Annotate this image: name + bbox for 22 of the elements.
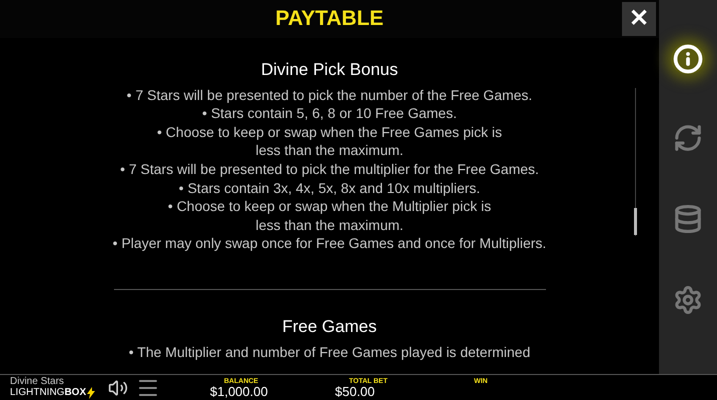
paytable-text: • Choose to keep or swap when the Multiplier pick is xyxy=(168,197,492,216)
lightning-icon xyxy=(87,386,96,398)
meter-value: $50.00 xyxy=(335,384,375,398)
window-title: PAYTABLE xyxy=(275,6,384,32)
paytable-text: • Stars contain 3x, 4x, 5x, 8x and 10x multipliers. xyxy=(178,178,480,198)
section-title: Divine Pick Bonus xyxy=(260,61,398,80)
info-tab[interactable] xyxy=(671,44,705,74)
brand-logo: LIGHTNINGBOX xyxy=(10,388,86,398)
scrollbar-thumb[interactable] xyxy=(634,208,637,235)
close-button[interactable]: ✕ xyxy=(622,2,656,36)
paytable-text: less than the maximum. xyxy=(256,141,404,160)
paytable-text: less than the maximum. xyxy=(256,216,404,234)
paytable-text: • Stars contain 5, 6, 8 or 10 Free Games. xyxy=(202,104,457,123)
paytable-text: • The Multiplier and number of Free Games played is determined xyxy=(128,342,530,362)
paytable-text: • Player may only swap once for Free Games and once for Multipliers. xyxy=(112,234,546,253)
paytable-text: • Choose to keep or swap when the Free Games pick is xyxy=(157,122,502,142)
sound-button[interactable] xyxy=(108,378,128,398)
section-title: Free Games xyxy=(282,318,377,337)
paytable-text: • 7 Stars will be presented to pick the multiplier for the Free Games. xyxy=(120,160,539,179)
paytable-text: • 7 Stars will be presented to pick the number of the Free Games. xyxy=(126,86,532,104)
meter-value: $1,000.00 xyxy=(210,384,268,398)
game-name: Divine Stars xyxy=(10,376,65,386)
